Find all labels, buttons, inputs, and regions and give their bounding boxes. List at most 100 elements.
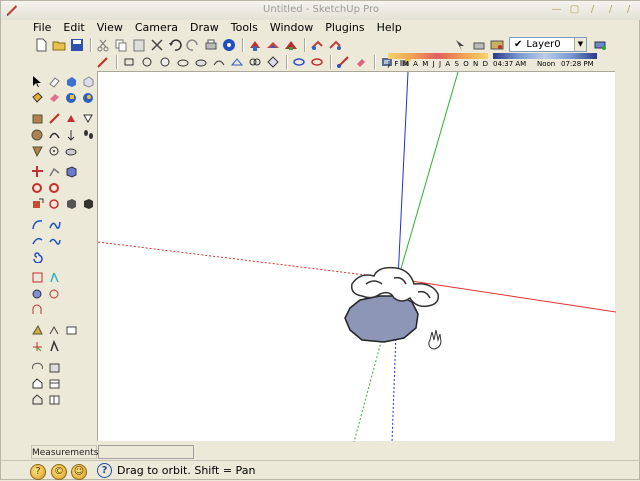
help-icon[interactable]: ?: [97, 463, 112, 478]
text-label-icon[interactable]: [46, 269, 63, 285]
select-arrow-icon[interactable]: [29, 73, 46, 89]
protractor-icon[interactable]: [63, 142, 80, 158]
house-icon[interactable]: [29, 375, 46, 391]
component-icon[interactable]: [63, 73, 80, 89]
rotated-rect-icon[interactable]: [265, 54, 281, 70]
menu-plugins[interactable]: Plugins: [319, 20, 370, 36]
footprints-icon[interactable]: [80, 126, 97, 142]
share-model-icon[interactable]: [327, 37, 343, 53]
curve-icon[interactable]: [29, 232, 46, 248]
window-icon[interactable]: [46, 391, 63, 407]
rectangle-tool-icon[interactable]: [121, 54, 137, 70]
3d-text-icon[interactable]: [46, 338, 63, 354]
select-layer-icon[interactable]: [453, 37, 469, 53]
undo-icon[interactable]: [167, 37, 183, 53]
layer-dropdown[interactable]: ✔ Layer0 ▼: [509, 37, 587, 52]
circle-tool-icon[interactable]: [139, 54, 155, 70]
layer-manager-icon[interactable]: [489, 37, 505, 53]
shadow-time-slider[interactable]: 04:37 AM Noon 07:28 PM: [493, 53, 597, 69]
standard-view-iso-icon[interactable]: [63, 163, 80, 179]
freehand-icon[interactable]: [46, 216, 63, 232]
offset-icon[interactable]: [46, 195, 63, 211]
menu-view[interactable]: View: [91, 20, 129, 36]
menu-file[interactable]: File: [27, 20, 57, 36]
spline-icon[interactable]: [46, 232, 63, 248]
front-view-icon[interactable]: [80, 195, 97, 211]
smoove-icon[interactable]: [46, 322, 63, 338]
component-blue-icon[interactable]: [63, 89, 80, 105]
print-icon[interactable]: [203, 37, 219, 53]
solid-shell-icon[interactable]: [291, 54, 307, 70]
cut-icon[interactable]: [95, 37, 111, 53]
polygon-tool-icon[interactable]: [157, 54, 173, 70]
rectangle-icon[interactable]: [29, 110, 46, 126]
sandbox-icon[interactable]: [265, 37, 281, 53]
layer-properties-icon[interactable]: [471, 37, 487, 53]
model-info-icon[interactable]: [221, 37, 237, 53]
dimensions-icon[interactable]: [29, 269, 46, 285]
push-pull-icon[interactable]: [80, 110, 97, 126]
measurements-input[interactable]: [98, 445, 194, 459]
drawing-area[interactable]: [97, 71, 616, 442]
component-outline-icon[interactable]: [80, 73, 97, 89]
menu-draw[interactable]: Draw: [184, 20, 225, 36]
menu-tools[interactable]: Tools: [225, 20, 264, 36]
3d-warehouse-icon[interactable]: [309, 37, 325, 53]
layer-manager-open-icon[interactable]: [592, 37, 608, 53]
eraser-tool-icon[interactable]: [353, 54, 369, 70]
rotate-tool-icon[interactable]: [29, 179, 46, 195]
intersect-icon[interactable]: [247, 54, 263, 70]
minimize-button[interactable]: —: [550, 4, 563, 17]
open-folder-icon[interactable]: [51, 37, 67, 53]
menu-edit[interactable]: Edit: [57, 20, 90, 36]
save-icon[interactable]: [69, 37, 85, 53]
warehouse-icon[interactable]: [46, 375, 63, 391]
pencil-line-icon[interactable]: [95, 54, 111, 70]
new-file-icon[interactable]: [33, 37, 49, 53]
semicircle-icon[interactable]: [29, 301, 46, 317]
follow-me-icon[interactable]: [229, 54, 245, 70]
pan-icon[interactable]: [46, 359, 63, 375]
scale-icon[interactable]: [29, 195, 46, 211]
solid-union-icon[interactable]: [309, 54, 325, 70]
move-tool-icon[interactable]: [63, 110, 80, 126]
shadow-month-slider[interactable]: J F M A M J J A S O N D: [388, 53, 488, 69]
erase-icon[interactable]: [149, 37, 165, 53]
move-cross-icon[interactable]: [29, 163, 46, 179]
spiral-icon[interactable]: [29, 248, 46, 264]
section-plane-icon[interactable]: [29, 285, 46, 301]
circle-icon[interactable]: [29, 126, 46, 142]
polygon-icon[interactable]: [29, 142, 46, 158]
geo-location-icon[interactable]: ?: [30, 464, 46, 480]
menu-help[interactable]: Help: [371, 20, 408, 36]
offset-tool-icon[interactable]: [211, 54, 227, 70]
paint-bucket-icon[interactable]: [29, 89, 46, 105]
pencil-icon[interactable]: /: [604, 4, 617, 17]
text-tool-icon[interactable]: [63, 322, 80, 338]
orbit-icon[interactable]: [29, 359, 46, 375]
restore-button[interactable]: ▢: [568, 4, 581, 17]
arc-tool-icon[interactable]: [175, 54, 191, 70]
house-outline-icon[interactable]: [29, 391, 46, 407]
freehand-tool-icon[interactable]: [193, 54, 209, 70]
component-yellow-icon[interactable]: [80, 89, 97, 105]
menu-camera[interactable]: Camera: [129, 20, 184, 36]
redo-icon[interactable]: [185, 37, 201, 53]
sandbox-tool-icon[interactable]: [29, 322, 46, 338]
arc-tool-blue-icon[interactable]: [29, 216, 46, 232]
scale-tool-icon[interactable]: [335, 54, 351, 70]
paste-icon[interactable]: [131, 37, 147, 53]
component-options-icon[interactable]: [283, 37, 299, 53]
rotate-tool-alt-icon[interactable]: [46, 179, 63, 195]
top-view-icon[interactable]: [63, 195, 80, 211]
eraser-icon[interactable]: [46, 89, 63, 105]
copy-icon[interactable]: [113, 37, 129, 53]
tape-measure-icon[interactable]: [63, 126, 80, 142]
user-icon[interactable]: ☺: [71, 464, 87, 480]
make-component-tool-icon[interactable]: [46, 73, 63, 89]
menu-window[interactable]: Window: [264, 20, 319, 36]
pin-icon[interactable]: /: [586, 4, 599, 17]
circle-outline-icon[interactable]: [46, 285, 63, 301]
credits-icon[interactable]: ©: [51, 464, 67, 480]
arc-icon[interactable]: [46, 126, 63, 142]
